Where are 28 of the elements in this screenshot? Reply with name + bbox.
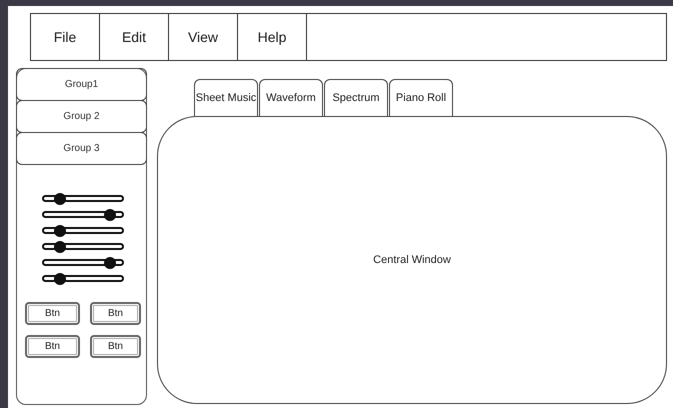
view-tab[interactable]: Waveform xyxy=(259,79,323,116)
slider-thumb[interactable] xyxy=(54,272,66,284)
slider-track[interactable] xyxy=(42,259,124,266)
slider-thumb[interactable] xyxy=(104,208,116,220)
menu-item[interactable]: Help xyxy=(238,14,307,60)
slider-thumb[interactable] xyxy=(104,256,116,268)
slider-track[interactable] xyxy=(42,275,124,282)
view-tab[interactable]: Spectrum xyxy=(324,79,388,116)
central-window-label: Central Window xyxy=(373,254,451,266)
group-item[interactable]: Group1 xyxy=(16,68,147,101)
small-button[interactable]: Btn xyxy=(90,335,141,358)
view-tab[interactable]: Sheet Music xyxy=(194,79,258,116)
slider-track[interactable] xyxy=(42,243,124,250)
slider-track[interactable] xyxy=(42,195,124,202)
small-button[interactable]: Btn xyxy=(25,335,80,358)
small-button[interactable]: Btn xyxy=(90,302,141,325)
slider-track[interactable] xyxy=(42,227,124,234)
group-item[interactable]: Group 2 xyxy=(16,100,147,133)
group-item[interactable]: Group 3 xyxy=(16,132,147,165)
view-tab[interactable]: Piano Roll xyxy=(389,79,453,116)
menu-item[interactable]: Edit xyxy=(100,14,169,60)
slider-thumb[interactable] xyxy=(54,192,66,204)
menu-item[interactable]: File xyxy=(31,14,100,60)
slider-track[interactable] xyxy=(42,211,124,218)
slider-thumb[interactable] xyxy=(54,224,66,236)
menu-item[interactable]: View xyxy=(169,14,238,60)
small-button[interactable]: Btn xyxy=(25,302,80,325)
slider-thumb[interactable] xyxy=(54,240,66,252)
